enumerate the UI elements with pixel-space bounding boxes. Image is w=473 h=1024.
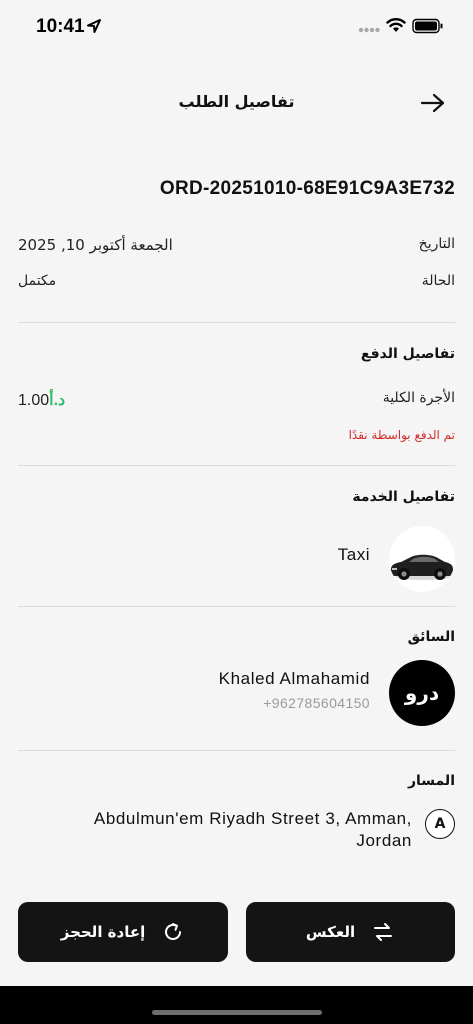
driver-company-logo: درو [389, 660, 455, 726]
driver-section-title: السائق [407, 629, 455, 645]
fare-amount: 1.00 [18, 392, 50, 409]
header: تفاصيل الطلب [0, 84, 473, 124]
status-row: الحالة مكتمل [18, 273, 455, 297]
payment-note: تم الدفع بواسطة نقدًا [348, 428, 455, 442]
route-section-title: المسار [407, 773, 455, 789]
wifi-icon [386, 18, 406, 32]
signal-icon [358, 27, 380, 33]
home-bar-area [0, 986, 473, 1024]
back-arrow-icon[interactable] [420, 92, 446, 114]
taxi-car-image [389, 526, 455, 592]
car-icon [391, 554, 453, 580]
status-label: الحالة [421, 273, 455, 289]
date-value: الجمعة أكتوبر 10, 2025 [18, 236, 173, 254]
date-label: التاريخ [418, 236, 455, 252]
reverse-route-button[interactable]: العكس [246, 902, 455, 962]
order-id: ORD-20251010-68E91C9A3E732 [159, 178, 455, 199]
driver-name: Khaled Almahamid [218, 669, 370, 688]
divider [18, 322, 455, 323]
refresh-icon [165, 923, 182, 940]
fare-currency: د.أ [49, 392, 66, 409]
fare-value: د.أ1.00 [18, 390, 71, 410]
status-time: 10:41 [36, 16, 85, 37]
rebook-button-label: إعادة الحجز [60, 923, 146, 941]
route-marker-label: A [434, 816, 446, 832]
divider [18, 750, 455, 751]
home-indicator[interactable] [152, 1010, 322, 1015]
status-bar: 10:41 [0, 0, 473, 52]
route-point-a-marker: A [425, 809, 455, 839]
fare-row: الأجرة الكلية د.أ1.00 [18, 390, 455, 414]
route-address: Abdulmun'em Riyadh Street 3, Amman, Jord… [93, 809, 412, 850]
service-section-title: تفاصيل الخدمة [352, 489, 455, 505]
driver-logo-text: درو [404, 681, 440, 705]
payment-section-title: تفاصيل الدفع [360, 346, 455, 362]
divider [18, 606, 455, 607]
reverse-button-label: العكس [305, 923, 356, 941]
fare-label: الأجرة الكلية [382, 390, 455, 406]
swap-icon [374, 923, 393, 941]
status-value: مكتمل [18, 273, 57, 289]
location-arrow-icon [87, 19, 101, 33]
battery-icon [412, 18, 443, 34]
service-name: Taxi [337, 545, 370, 564]
driver-phone[interactable]: +962785604150 [263, 695, 370, 711]
page-title: تفاصيل الطلب [178, 92, 295, 111]
date-row: التاريخ الجمعة أكتوبر 10, 2025 [18, 236, 455, 260]
divider [18, 465, 455, 466]
rebook-button[interactable]: إعادة الحجز [18, 902, 228, 962]
